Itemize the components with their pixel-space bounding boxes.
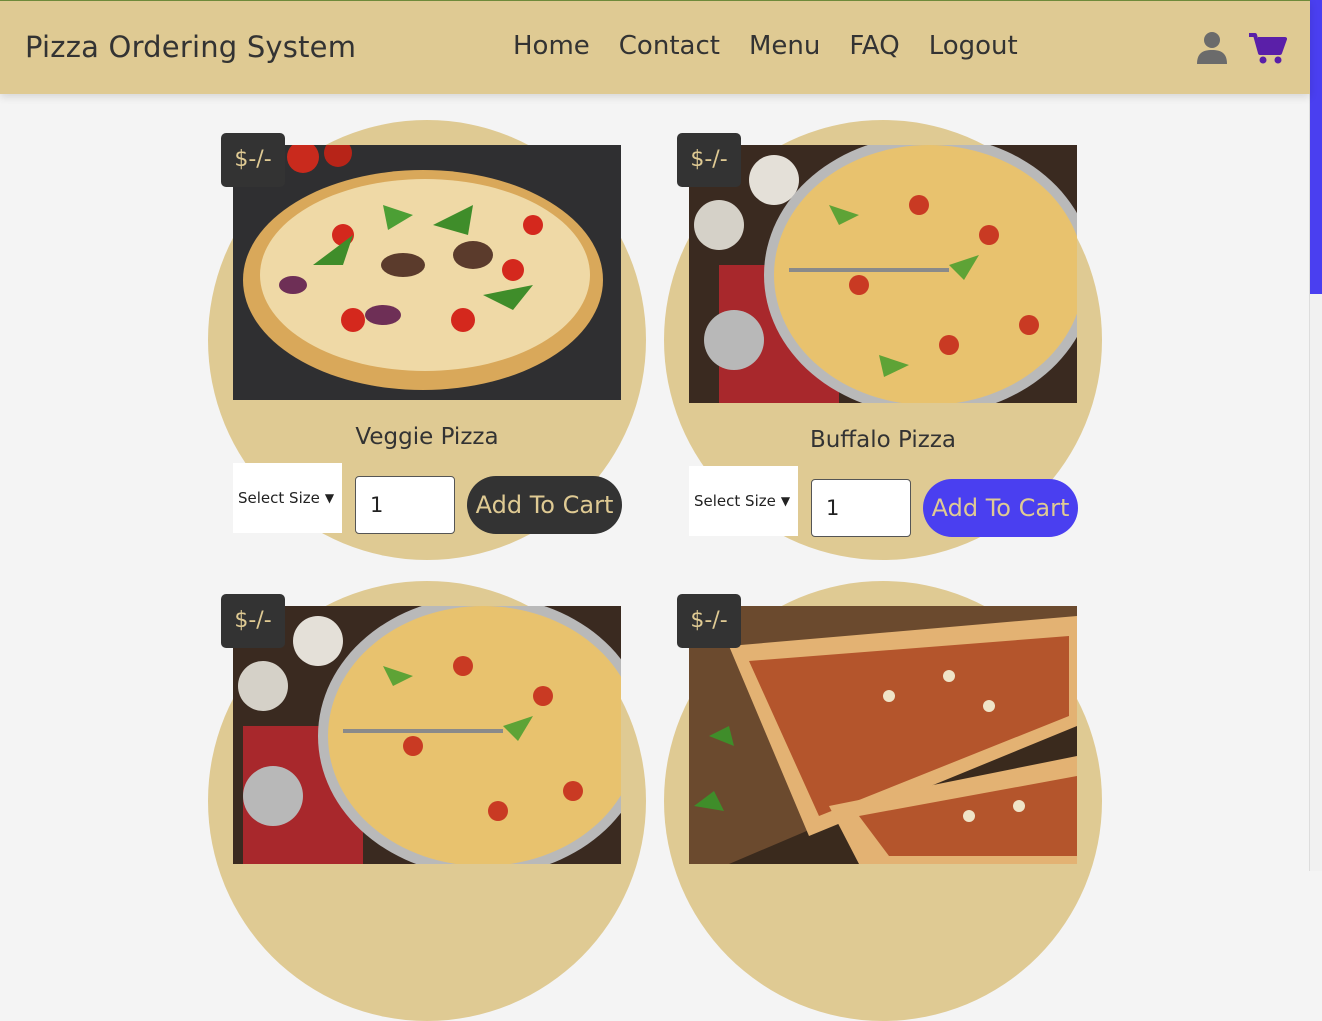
nav-contact-link[interactable]: Contact: [619, 31, 720, 61]
product-card-3: $-/-: [208, 581, 648, 1021]
pizza-image[interactable]: [689, 606, 1077, 864]
chevron-down-icon: ▼: [324, 491, 335, 505]
veggie-pizza-image[interactable]: [233, 145, 621, 400]
pizza-image[interactable]: [233, 606, 621, 864]
price-badge: $-/-: [221, 133, 285, 187]
nav-links: Home Contact Menu FAQ Logout: [513, 31, 1047, 61]
scrollbar-thumb[interactable]: [1310, 0, 1322, 294]
add-to-cart-button[interactable]: Add To Cart: [467, 476, 622, 534]
product-card-veggie-pizza: $-/- Veggie Pizza Select Size ▼ 1 Add To…: [208, 120, 648, 560]
quantity-input[interactable]: 1: [355, 476, 455, 534]
size-select[interactable]: Select Size ▼: [233, 463, 342, 533]
size-select[interactable]: Select Size ▼: [689, 466, 798, 536]
page-scrollbar[interactable]: [1309, 0, 1322, 871]
add-to-cart-button[interactable]: Add To Cart: [923, 479, 1078, 537]
chevron-down-icon: ▼: [780, 494, 791, 508]
nav-home-link[interactable]: Home: [513, 31, 590, 61]
product-card-buffalo-pizza: $-/- Buffalo Pizza Select Size ▼ 1 Add T…: [664, 120, 1104, 560]
product-name: Veggie Pizza: [355, 424, 499, 450]
price-badge: $-/-: [221, 594, 285, 648]
quantity-input[interactable]: 1: [811, 479, 911, 537]
price-badge: $-/-: [677, 133, 741, 187]
site-brand[interactable]: Pizza Ordering System: [25, 30, 356, 64]
nav-faq-link[interactable]: FAQ: [849, 31, 899, 61]
product-card-4: $-/-: [664, 581, 1104, 1021]
cart-icon[interactable]: [1249, 32, 1287, 64]
user-icon[interactable]: [1196, 31, 1228, 64]
nav-menu-link[interactable]: Menu: [749, 31, 820, 61]
buffalo-pizza-image[interactable]: [689, 145, 1077, 403]
top-navbar: Pizza Ordering System Home Contact Menu …: [0, 0, 1310, 94]
size-select-value: Select Size: [694, 492, 776, 510]
price-badge: $-/-: [677, 594, 741, 648]
product-name: Buffalo Pizza: [809, 427, 957, 453]
nav-logout-link[interactable]: Logout: [929, 31, 1018, 61]
size-select-value: Select Size: [238, 489, 320, 507]
